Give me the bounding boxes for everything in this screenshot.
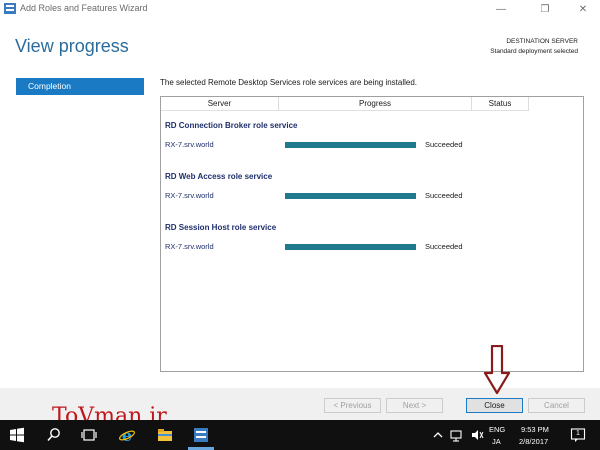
status-text: Succeeded (425, 140, 463, 149)
close-icon: ✕ (578, 3, 588, 15)
language-indicator[interactable]: ENG (489, 425, 505, 434)
search-icon[interactable] (45, 426, 63, 444)
volume-icon[interactable] (470, 428, 484, 442)
close-button[interactable]: Close (466, 398, 523, 413)
server-name: RX-7.srv.world (165, 191, 214, 200)
status-text: Succeeded (425, 191, 463, 200)
group-title-web-access: RD Web Access role service (165, 172, 273, 181)
status-text: Succeeded (425, 242, 463, 251)
minimize-button[interactable]: — (486, 0, 516, 18)
internet-explorer-icon[interactable]: e (118, 426, 136, 444)
progress-bar (285, 142, 416, 148)
destination-label: DESTINATION SERVER (506, 38, 578, 45)
server-manager-icon (4, 3, 16, 14)
maximize-button[interactable]: ❐ (530, 0, 560, 18)
network-icon[interactable] (450, 428, 464, 442)
arrow-down-icon (483, 345, 511, 395)
server-manager-taskbar-icon[interactable] (192, 426, 210, 444)
close-window-button[interactable]: ✕ (568, 0, 598, 18)
next-button[interactable]: Next > (386, 398, 443, 413)
svg-text:e: e (122, 426, 132, 444)
server-name: RX-7.srv.world (165, 242, 214, 251)
intro-text: The selected Remote Desktop Services rol… (160, 78, 418, 87)
notification-count: 1 (576, 430, 580, 437)
progress-fill (285, 142, 416, 148)
task-view-icon[interactable] (80, 426, 98, 444)
cancel-button[interactable]: Cancel (528, 398, 585, 413)
title-bar: Add Roles and Features Wizard — ❐ ✕ (0, 0, 600, 18)
file-explorer-icon[interactable] (156, 426, 174, 444)
progress-fill (285, 244, 416, 250)
window-title: Add Roles and Features Wizard (20, 3, 148, 13)
destination-value: Standard deployment selected (490, 48, 578, 55)
progress-bar (285, 193, 416, 199)
clock-time[interactable]: 9:53 PM (521, 425, 549, 434)
windows-start-icon[interactable] (8, 426, 26, 444)
chevron-up-icon[interactable] (432, 429, 444, 441)
wizard-steps: Completion (16, 78, 144, 95)
group-title-connection-broker: RD Connection Broker role service (165, 121, 298, 130)
taskbar: e ENG JA 9:53 PM 2/8/2017 1 (0, 420, 600, 450)
previous-button[interactable]: < Previous (324, 398, 381, 413)
restore-icon: ❐ (540, 3, 550, 15)
column-header-progress[interactable]: Progress (279, 97, 472, 111)
group-title-session-host: RD Session Host role service (165, 223, 277, 232)
page-title: View progress (15, 36, 129, 56)
clock-date[interactable]: 2/8/2017 (519, 437, 548, 446)
step-completion[interactable]: Completion (16, 78, 144, 95)
minimize-icon: — (496, 3, 506, 15)
server-name: RX-7.srv.world (165, 140, 214, 149)
column-header-status[interactable]: Status (472, 97, 529, 111)
column-header-server[interactable]: Server (161, 97, 279, 111)
progress-bar (285, 244, 416, 250)
results-panel: Server Progress Status RD Connection Bro… (160, 96, 584, 372)
progress-fill (285, 193, 416, 199)
destination-server: DESTINATION SERVER Standard deployment s… (490, 37, 578, 57)
input-method-indicator[interactable]: JA (492, 437, 501, 446)
